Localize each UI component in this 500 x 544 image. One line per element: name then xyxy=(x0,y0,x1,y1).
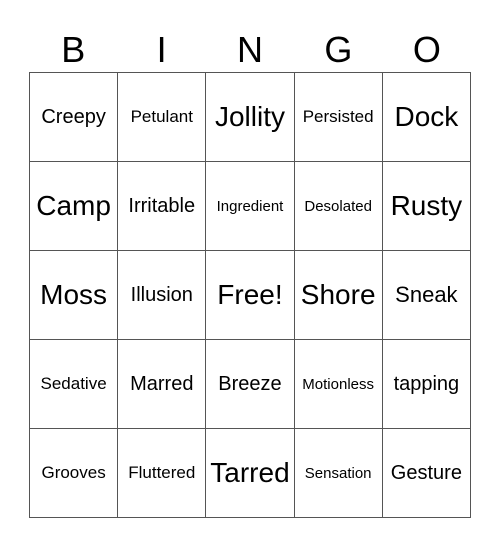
grid-row: Moss Illusion Free! Shore Sneak xyxy=(28,250,472,340)
grid-row: Camp Irritable Ingredient Desolated Rust… xyxy=(28,161,472,251)
bingo-cell: Marred xyxy=(117,339,207,429)
grid-row: Sedative Marred Breeze Motionless tappin… xyxy=(28,339,472,429)
bingo-cell: Irritable xyxy=(117,161,207,251)
bingo-cell: Sneak xyxy=(381,250,472,340)
bingo-cell: Grooves xyxy=(28,428,119,518)
bingo-cell: Creepy xyxy=(28,72,119,162)
header-letter: B xyxy=(61,29,86,70)
bingo-cell: Desolated xyxy=(293,161,383,251)
bingo-cell: Motionless xyxy=(293,339,383,429)
bingo-cell: Sedative xyxy=(28,339,119,429)
header-letter: N xyxy=(237,29,264,70)
bingo-cell: Gesture xyxy=(381,428,472,518)
bingo-cell: Shore xyxy=(293,250,383,340)
bingo-cell: Petulant xyxy=(117,72,207,162)
header-letter: I xyxy=(156,29,167,70)
header-letter: O xyxy=(412,29,441,70)
grid-row: Creepy Petulant Jollity Persisted Dock xyxy=(28,72,472,162)
bingo-cell: Breeze xyxy=(205,339,295,429)
bingo-cell: Jollity xyxy=(205,72,295,162)
grid-row: Grooves Fluttered Tarred Sensation Gestu… xyxy=(28,428,472,518)
bingo-cell: Ingredient xyxy=(205,161,295,251)
bingo-cell: Sensation xyxy=(293,428,383,518)
bingo-cell: tapping xyxy=(381,339,472,429)
bingo-cell: Illusion xyxy=(117,250,207,340)
bingo-cell: Moss xyxy=(28,250,119,340)
bingo-cell: Camp xyxy=(28,161,119,251)
bingo-cell: Persisted xyxy=(293,72,383,162)
bingo-grid: Creepy Petulant Jollity Persisted Dock C… xyxy=(28,72,472,518)
bingo-cell: Tarred xyxy=(205,428,295,518)
free-space-cell: Free! xyxy=(205,250,295,340)
bingo-cell: Fluttered xyxy=(117,428,207,518)
bingo-cell: Rusty xyxy=(381,161,472,251)
header-letter: G xyxy=(324,29,353,70)
bingo-cell: Dock xyxy=(381,72,472,162)
bingo-header: B I N G O xyxy=(29,28,471,72)
